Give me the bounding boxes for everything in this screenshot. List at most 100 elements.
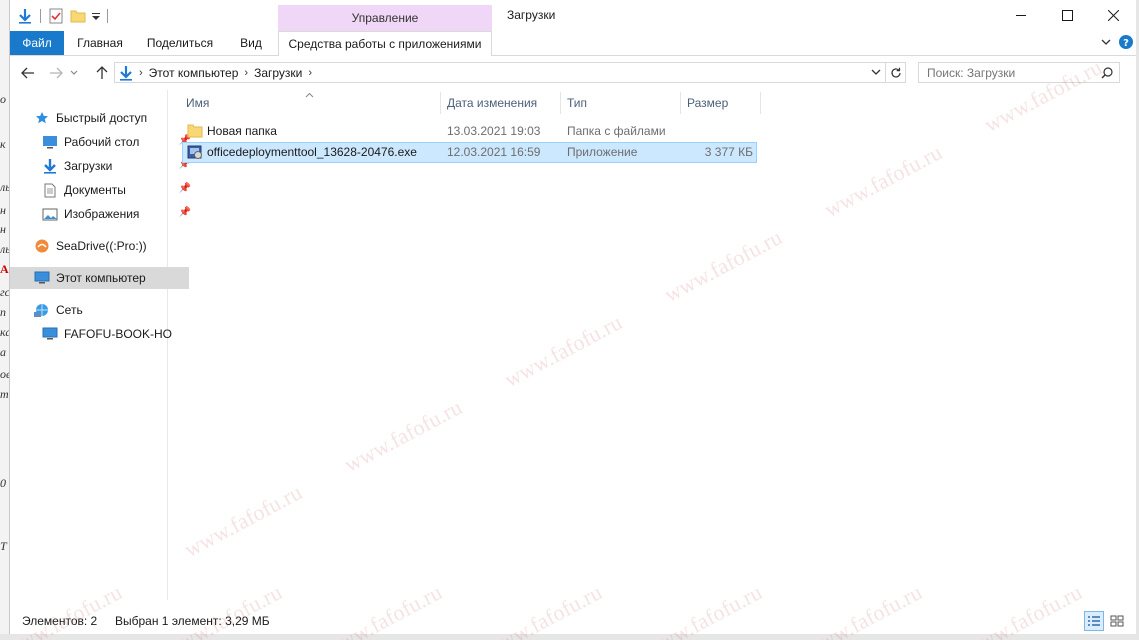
navigation-bar: › Этот компьютер › Загрузки ›: [10, 56, 1137, 90]
window-shadow: [0, 634, 1139, 640]
pictures-icon: [42, 206, 58, 222]
recent-locations-chevron-icon[interactable]: [68, 64, 80, 82]
file-row[interactable]: Новая папка 13.03.2021 19:03 Папка с фай…: [182, 121, 757, 142]
address-bar[interactable]: › Этот компьютер › Загрузки ›: [114, 62, 886, 83]
bg-fragment: 0: [0, 476, 6, 490]
column-header-type[interactable]: Тип: [567, 90, 677, 116]
selection-info: Выбран 1 элемент: 3,29 МБ: [115, 614, 270, 628]
tab-application-tools[interactable]: Средства работы с приложениями: [278, 31, 492, 56]
search-icon[interactable]: [1101, 66, 1113, 79]
nav-pictures[interactable]: Изображения 📌: [10, 203, 197, 225]
details-view-button[interactable]: [1084, 611, 1104, 631]
title-bar: Управление Загрузки: [10, 0, 1137, 31]
bg-fragment: н: [0, 222, 6, 236]
help-icon[interactable]: ?: [1119, 35, 1133, 49]
customize-qat-chevron-icon[interactable]: [91, 7, 101, 25]
close-button[interactable]: [1090, 0, 1136, 31]
context-tab-manage[interactable]: Управление: [278, 5, 492, 31]
network-icon: [34, 302, 50, 318]
search-input[interactable]: [927, 65, 1087, 80]
breadcrumb-separator[interactable]: ›: [137, 67, 145, 79]
tab-file[interactable]: Файл: [10, 31, 64, 55]
refresh-button[interactable]: [886, 62, 906, 83]
file-type: Приложение: [567, 145, 638, 159]
nav-network[interactable]: Сеть: [10, 299, 189, 321]
breadcrumb-separator[interactable]: ›: [306, 67, 314, 79]
bg-fragment: т: [0, 387, 9, 401]
new-folder-icon[interactable]: [69, 7, 87, 25]
nav-quick-access[interactable]: Быстрый доступ: [10, 107, 189, 129]
file-explorer-window: Управление Загрузки Файл Главная Поделит…: [9, 0, 1137, 634]
quick-access-toolbar: [10, 0, 110, 31]
back-button[interactable]: [18, 64, 38, 82]
column-divider[interactable]: [440, 92, 441, 114]
bg-fragment: о: [0, 92, 6, 106]
folder-icon: [187, 123, 203, 139]
nav-item-label: FAFOFU-BOOK-HO: [64, 327, 172, 341]
ribbon-tabs: Файл Главная Поделиться Вид Средства раб…: [10, 31, 1137, 56]
properties-icon[interactable]: [47, 7, 65, 25]
column-divider[interactable]: [560, 92, 561, 114]
column-header-name[interactable]: Имя: [186, 90, 436, 116]
column-divider[interactable]: [680, 92, 681, 114]
computer-icon: [42, 326, 58, 342]
address-history-chevron-icon[interactable]: [867, 69, 885, 76]
item-count: Элементов: 2: [22, 614, 98, 628]
nav-item-label: Рабочий стол: [64, 135, 140, 149]
nav-item-label: SeaDrive((:Pro:)): [56, 239, 147, 253]
nav-item-label: Быстрый доступ: [56, 111, 148, 125]
nav-downloads[interactable]: Загрузки 📌: [10, 155, 197, 177]
tab-view[interactable]: Вид: [232, 31, 270, 55]
navigation-pane: Быстрый доступ Рабочий стол 📌 Загрузки 📌…: [10, 90, 191, 600]
nav-item-label: Этот компьютер: [56, 271, 146, 285]
nav-item-label: Изображения: [64, 207, 140, 221]
nav-item-label: Загрузки: [64, 159, 113, 173]
status-bar: Элементов: 2 Выбран 1 элемент: 3,29 МБ: [10, 609, 1137, 634]
file-row-selected[interactable]: officedeploymenttool_13628-20476.exe 12.…: [182, 142, 757, 163]
bg-fragment: к: [0, 137, 6, 151]
file-type: Папка с файлами: [567, 124, 666, 138]
breadcrumb-this-pc[interactable]: Этот компьютер: [145, 66, 243, 80]
documents-icon: [42, 182, 58, 198]
nav-desktop[interactable]: Рабочий стол 📌: [10, 131, 197, 153]
column-divider[interactable]: [760, 92, 761, 114]
nav-network-computer[interactable]: FAFOFU-BOOK-HO: [10, 323, 197, 345]
breadcrumb-downloads[interactable]: Загрузки: [250, 66, 306, 80]
file-list: Имя Дата изменения Тип Размер Новая папк…: [182, 90, 1137, 600]
window-title: Загрузки: [507, 8, 556, 22]
bg-fragment: А: [0, 262, 9, 276]
forward-button[interactable]: [46, 64, 66, 82]
bg-fragment: н: [0, 203, 6, 217]
bg-fragment: п: [0, 305, 6, 319]
breadcrumb-separator[interactable]: ›: [242, 67, 250, 79]
file-size: 3 377 КБ: [704, 145, 753, 159]
computer-icon: [34, 270, 50, 286]
ribbon-controls: ?: [1101, 35, 1133, 49]
up-button[interactable]: [92, 64, 112, 82]
search-box[interactable]: [918, 62, 1120, 83]
separator: [40, 8, 41, 23]
downloads-icon: [16, 7, 34, 25]
downloads-icon: [42, 158, 58, 174]
file-date: 13.03.2021 19:03: [447, 124, 541, 138]
nav-seadrive[interactable]: SeaDrive((:Pro:)): [10, 235, 189, 257]
column-header-size[interactable]: Размер: [687, 90, 757, 116]
nav-this-pc[interactable]: Этот компьютер: [10, 267, 189, 289]
expand-ribbon-icon[interactable]: [1101, 38, 1111, 46]
desktop-folder-icon: [42, 134, 58, 150]
separator: [107, 8, 108, 23]
minimize-button[interactable]: [998, 0, 1044, 31]
bg-fragment: Т: [0, 539, 7, 553]
file-date: 12.03.2021 16:59: [447, 145, 541, 159]
star-icon: [34, 110, 50, 126]
tab-share[interactable]: Поделиться: [140, 31, 220, 55]
downloads-icon: [119, 65, 133, 81]
bg-fragment: а: [0, 345, 6, 359]
nav-documents[interactable]: Документы 📌: [10, 179, 197, 201]
file-name: officedeploymenttool_13628-20476.exe: [207, 145, 417, 159]
large-icons-view-button[interactable]: [1107, 611, 1127, 631]
nav-item-label: Документы: [64, 183, 126, 197]
column-header-date[interactable]: Дата изменения: [447, 90, 557, 116]
maximize-button[interactable]: [1044, 0, 1090, 31]
tab-home[interactable]: Главная: [70, 31, 130, 55]
